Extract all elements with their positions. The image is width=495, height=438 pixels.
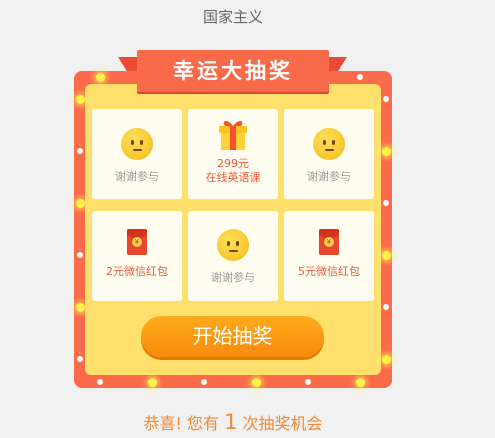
- marquee-light: [75, 198, 85, 208]
- marquee-light: [305, 379, 311, 385]
- marquee-light: [381, 146, 391, 156]
- chances-prefix: 恭喜! 您有: [143, 414, 219, 433]
- prize-label-line2: 在线英语课: [205, 171, 261, 184]
- chances-count: 1: [224, 410, 238, 434]
- marquee-light: [383, 200, 389, 206]
- prize-cell-6: ¥ 5元微信红包: [284, 211, 374, 301]
- prize-label: 5元微信红包: [298, 265, 360, 278]
- marquee-light: [201, 379, 207, 385]
- red-envelope-icon: ¥: [127, 229, 147, 255]
- marquee-light: [251, 377, 261, 387]
- draw-chances-message: 恭喜! 您有 1 次抽奖机会: [0, 410, 466, 434]
- prize-label: 谢谢参与: [115, 170, 159, 183]
- prize-label: 谢谢参与: [211, 271, 255, 284]
- prize-label: 2元微信红包: [106, 265, 168, 278]
- marquee-light: [381, 354, 391, 364]
- red-envelope-icon: ¥: [319, 229, 339, 255]
- marquee-light: [77, 356, 83, 362]
- prize-label-line1: 299元: [217, 157, 249, 170]
- marquee-light: [77, 148, 83, 154]
- marquee-light: [383, 304, 389, 310]
- prize-cell-1: 谢谢参与: [92, 109, 182, 199]
- marquee-light: [355, 377, 365, 387]
- prize-cell-2: 299元 在线英语课: [188, 109, 278, 199]
- prize-cell-4: ¥ 2元微信红包: [92, 211, 182, 301]
- marquee-light: [95, 72, 105, 82]
- page-title: 国家主义: [202, 8, 263, 26]
- marquee-light: [77, 252, 83, 258]
- prize-label: 谢谢参与: [307, 170, 351, 183]
- gift-box-icon: [219, 121, 247, 150]
- marquee-light: [75, 94, 85, 104]
- smiley-icon: [313, 128, 345, 160]
- smiley-icon: [121, 128, 153, 160]
- marquee-light: [381, 250, 391, 260]
- marquee-light: [147, 377, 157, 387]
- marquee-light: [75, 302, 85, 312]
- chances-suffix: 次抽奖机会: [242, 414, 323, 433]
- marquee-light: [97, 379, 103, 385]
- prize-cell-5: 谢谢参与: [188, 211, 278, 301]
- lottery-banner-title: 幸运大抽奖: [137, 50, 329, 92]
- prize-cell-3: 谢谢参与: [284, 109, 374, 199]
- marquee-light: [357, 74, 363, 80]
- start-draw-button[interactable]: 开始抽奖: [141, 316, 324, 357]
- marquee-light: [383, 96, 389, 102]
- smiley-icon: [217, 229, 249, 261]
